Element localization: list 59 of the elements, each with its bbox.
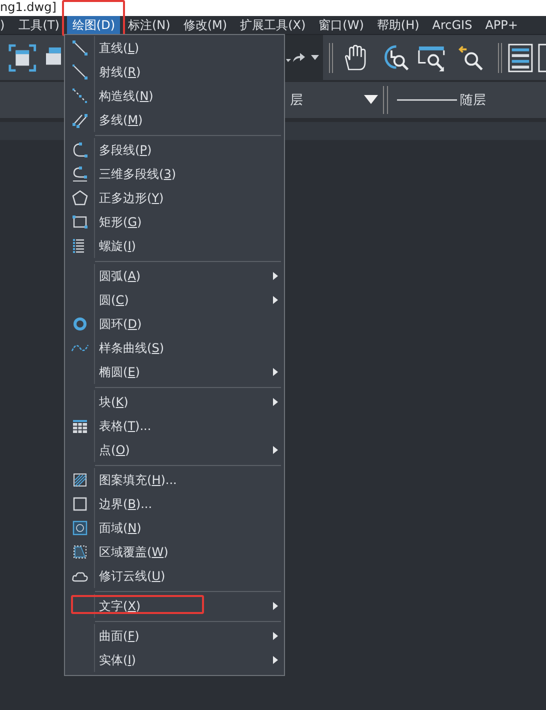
dotted-line-icon [70, 87, 88, 105]
rectangle-icon [70, 213, 88, 231]
region-icon [70, 519, 88, 537]
hand-icon[interactable] [343, 44, 366, 72]
menu-item[interactable]: 面域(N) [99, 520, 142, 536]
double-line-icon [70, 111, 88, 129]
table-icon [70, 417, 88, 435]
menu-item[interactable]: 修订云线(U) [99, 568, 166, 584]
menu-bar-item[interactable]: 标注(N) [123, 16, 176, 34]
menu-item[interactable]: 点(O) [99, 442, 130, 458]
menu-item[interactable]: 实体(I) [99, 652, 136, 668]
polyline-icon [70, 141, 88, 159]
menu-item[interactable]: 椭圆(E) [99, 364, 140, 380]
menu-item[interactable]: 构造线(N) [99, 88, 154, 104]
menu-item[interactable]: 圆弧(A) [99, 268, 141, 284]
dotted-frame-icon [70, 543, 88, 561]
pentagon-icon [70, 189, 88, 207]
menu-item[interactable]: 圆环(D) [99, 316, 142, 332]
menu-bar-item[interactable]: 工具(T) [14, 16, 64, 34]
layer-name: 层 [290, 92, 303, 109]
menu-bar-item[interactable]: ) [0, 16, 11, 34]
line-icon [70, 39, 88, 57]
menu-item[interactable]: 曲面(F) [99, 628, 140, 644]
menu-bar-item[interactable]: 帮助(H) [372, 16, 424, 34]
menu-item[interactable]: 正多边形(Y) [99, 190, 164, 206]
menu-bar-item[interactable]: 绘图(D) [67, 16, 120, 34]
menu-item[interactable]: 图案填充(H)... [99, 472, 177, 488]
menu-item[interactable]: 螺旋(I) [99, 238, 136, 254]
menu-item[interactable]: 射线(R) [99, 64, 141, 80]
menu-item[interactable]: 三维多段线(3) [99, 166, 176, 182]
layer-properties-icon[interactable] [508, 42, 534, 72]
polyline-icon [70, 165, 88, 183]
caret-icon[interactable] [310, 54, 319, 60]
dropdown-icon[interactable] [364, 95, 378, 105]
menu-item[interactable]: 多段线(P) [99, 142, 152, 158]
ring-icon [70, 315, 88, 333]
menu-bar-item[interactable]: 扩展工具(X) [235, 16, 311, 34]
menu-item[interactable]: 边界(B)... [99, 496, 152, 512]
menu-item[interactable]: 块(K) [99, 394, 128, 410]
linetype-name[interactable]: 随层 [460, 91, 486, 109]
ray-icon [70, 63, 88, 81]
square-icon [70, 495, 88, 513]
menu-item[interactable]: 样条曲线(S) [99, 340, 164, 356]
menu-item[interactable]: 表格(T)... [99, 418, 152, 434]
menu-item[interactable]: 圆(C) [99, 292, 129, 308]
hatch-icon [70, 471, 88, 489]
menu-bar-item[interactable]: APP+ [480, 16, 523, 34]
menu-item[interactable]: 区域覆盖(W) [99, 544, 168, 560]
menu-item[interactable]: 直线(L) [99, 40, 140, 56]
menu-bar-item[interactable]: 窗口(W) [314, 16, 369, 34]
window-title: ng1.dwg] [0, 0, 56, 14]
menu-bar-item[interactable]: ArcGIS [427, 16, 478, 34]
menu-item[interactable]: 矩形(G) [99, 214, 142, 230]
panel-icon[interactable] [538, 42, 546, 72]
zoom-extents-icon[interactable] [8, 42, 37, 72]
menu-item[interactable]: 文字(X) [99, 598, 141, 614]
menu-item[interactable]: 多线(M) [99, 112, 143, 128]
linetype-sample [397, 98, 457, 102]
menu-bar-item[interactable]: 修改(M) [178, 16, 232, 34]
